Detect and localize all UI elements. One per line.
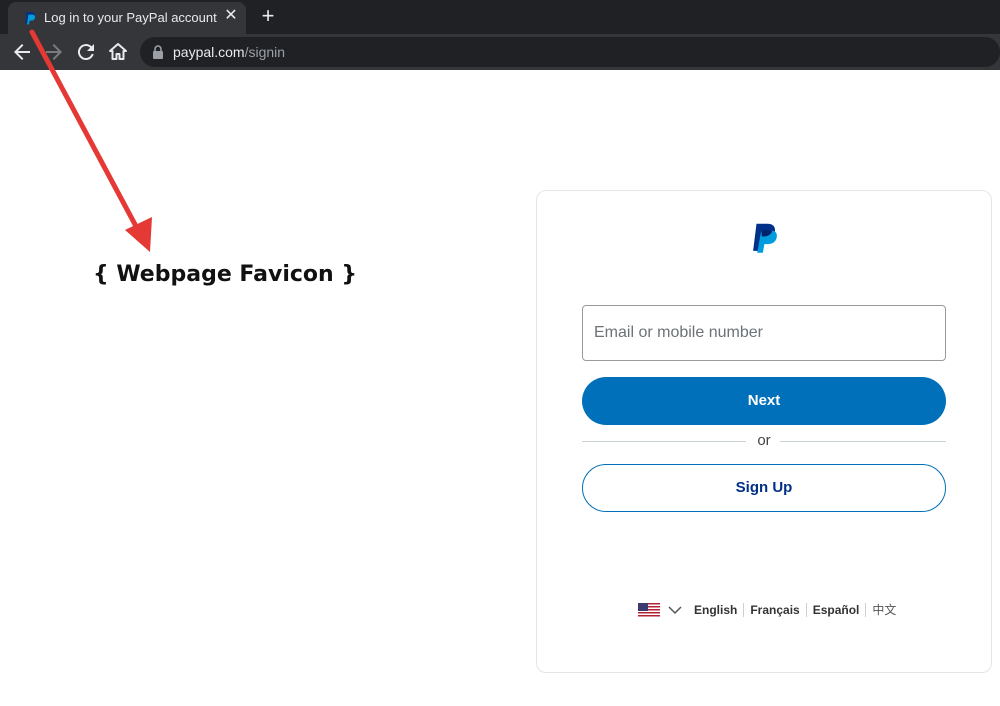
email-field[interactable] bbox=[582, 305, 946, 361]
or-label: or bbox=[757, 432, 771, 449]
annotation-label: { Webpage Favicon } bbox=[93, 262, 357, 287]
us-flag-icon[interactable] bbox=[638, 602, 660, 618]
language-selector: English Français Español 中文 bbox=[638, 600, 902, 620]
address-bar[interactable]: paypal.com/signin bbox=[140, 37, 1000, 67]
url-path: /signin bbox=[244, 44, 286, 60]
divider-line-left bbox=[582, 441, 746, 442]
language-link-francais[interactable]: Français bbox=[743, 603, 805, 617]
sign-up-button[interactable]: Sign Up bbox=[582, 464, 946, 512]
language-link-english[interactable]: English bbox=[694, 603, 743, 617]
chevron-down-icon[interactable] bbox=[668, 605, 682, 615]
or-divider: or bbox=[582, 431, 946, 451]
paypal-logo bbox=[753, 223, 777, 253]
language-link-chinese[interactable]: 中文 bbox=[865, 603, 902, 617]
annotation-arrow-icon bbox=[29, 29, 152, 252]
new-tab-button[interactable]: + bbox=[258, 5, 278, 27]
next-button[interactable]: Next bbox=[582, 377, 946, 425]
divider-line-right bbox=[780, 441, 946, 442]
close-tab-icon[interactable]: ✕ bbox=[222, 7, 240, 25]
login-card: Next or Sign Up English Français Español… bbox=[536, 190, 992, 673]
language-link-espanol[interactable]: Español bbox=[805, 603, 866, 617]
